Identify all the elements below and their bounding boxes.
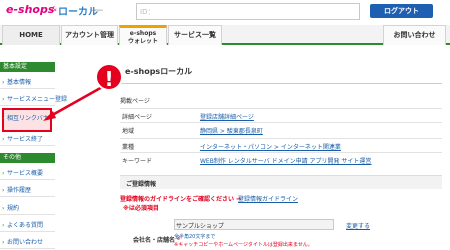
shop-name-value: サンプルショップ: [176, 223, 224, 230]
tab-contact[interactable]: お問い合わせ: [383, 25, 446, 45]
row-link[interactable]: インターネット・パソコン > インターネット関連業: [200, 142, 341, 151]
row-label: 詳細ページ: [122, 114, 152, 121]
row-link[interactable]: 静岡県 > 駿東郡長泉町: [200, 126, 263, 135]
required-note: ※は必須項目: [123, 205, 159, 212]
row-link[interactable]: 登録店舗詳細ページ: [200, 112, 254, 121]
tab-home[interactable]: HOME: [2, 25, 60, 45]
warning-icon: !: [95, 63, 123, 91]
logo-subtext: e-shops: [91, 8, 103, 12]
registration-title: ご登録情報: [126, 181, 157, 188]
guideline-notice: 登録情報のガイドラインをご確認ください ⇒: [120, 196, 242, 203]
shop-name-warning: ※キャッチコピーやホームページタイトルは登録出来ません。: [174, 242, 313, 248]
change-link[interactable]: 変更する: [346, 221, 370, 230]
row-label: 地域: [122, 128, 135, 135]
sidebar-item-terms[interactable]: 規約: [0, 202, 55, 215]
registration-header: [120, 175, 442, 189]
sidebar-item-history[interactable]: 操作履歴: [0, 184, 55, 197]
id-label: ID：: [140, 8, 155, 16]
id-field: [136, 3, 360, 20]
tab-account[interactable]: アカウント管理: [61, 25, 118, 45]
row-label: 業種: [122, 144, 135, 151]
sidebar-item-basic-info[interactable]: 基本情報: [0, 76, 55, 89]
logout-button[interactable]: ログアウト: [370, 4, 433, 18]
tab-wallet[interactable]: e-shops ウォレット: [119, 25, 167, 45]
sidebar-heading-basic: 基本設定: [0, 62, 55, 72]
page-title: e-shopsローカル: [125, 67, 193, 76]
guideline-link[interactable]: 登録情報ガイドライン: [238, 194, 298, 203]
sidebar-heading-other: その他: [0, 153, 55, 163]
sidebar-item-service-end[interactable]: サービス終了: [0, 133, 55, 146]
shop-name-label: 会社名・店舗名: [133, 237, 176, 244]
logo-eshops[interactable]: e-shops: [6, 3, 54, 16]
sidebar-item-service-menu[interactable]: サービスメニュー登録: [0, 93, 67, 106]
shop-name-hint: 全半角20文字まで: [174, 234, 216, 240]
row-link[interactable]: WEB制作 レンタルサーバ ドメイン申請 アプリ開発 サイト運営: [200, 156, 371, 165]
sidebar-item-faq[interactable]: よくある質問: [0, 219, 55, 232]
table-row: [120, 122, 442, 135]
logo-ampersand: &: [52, 6, 57, 13]
sidebar-item-contact[interactable]: お問い合わせ: [0, 236, 55, 249]
table-row: [120, 108, 442, 121]
section-title: 掲載ページ: [120, 98, 150, 105]
tab-services[interactable]: サービス一覧: [168, 25, 222, 45]
sidebar-item-overview[interactable]: サービス概要: [0, 167, 55, 180]
row-label: キーワード: [122, 158, 153, 165]
sidebar-item-link-banner[interactable]: 相互リンクバナー: [0, 112, 55, 125]
